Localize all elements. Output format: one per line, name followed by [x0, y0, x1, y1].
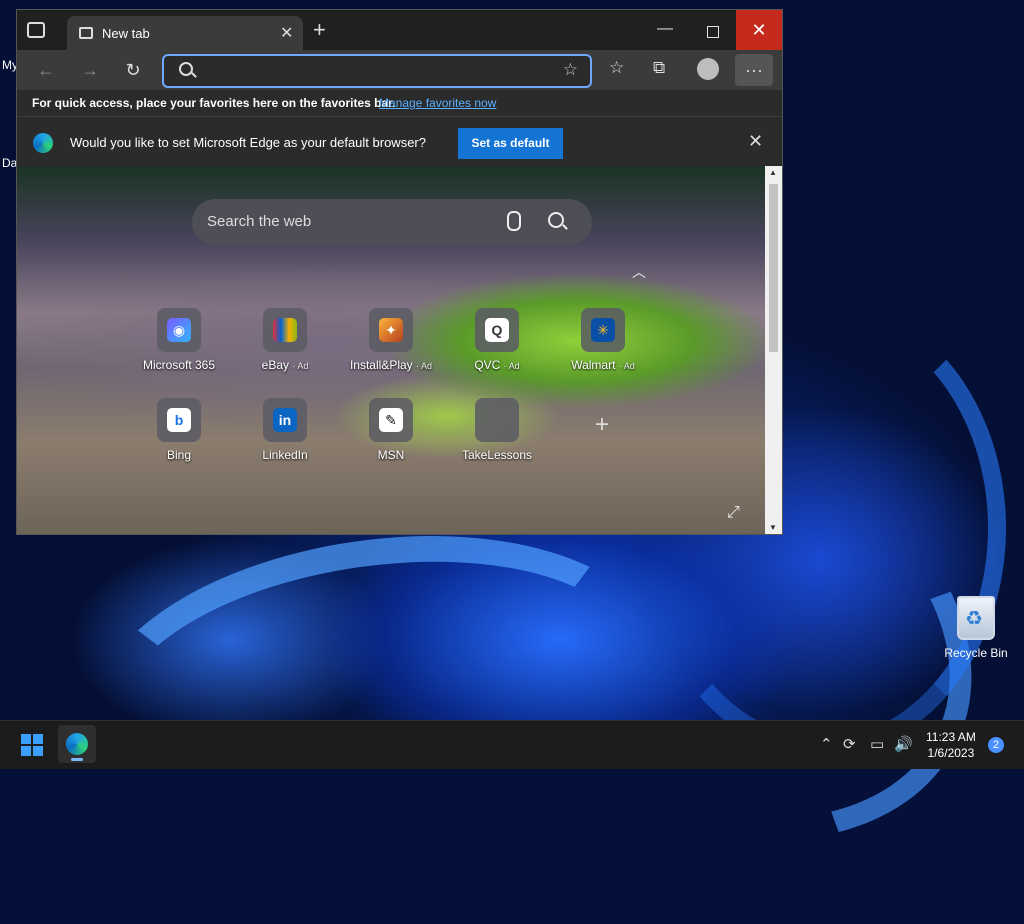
close-window-button[interactable]: ✕: [736, 10, 782, 50]
taskbar: ⌃ ⟳ ▭ 🔊 11:23 AM 1/6/2023 2: [0, 720, 1024, 769]
tile-label: Install&Play: [349, 358, 413, 372]
vertical-scrollbar[interactable]: ▲ ▼: [765, 166, 782, 534]
microsoft-365-icon: ◉: [167, 318, 191, 342]
add-favorite-icon[interactable]: ☆: [563, 60, 578, 80]
tile-label: QVC: [474, 358, 501, 372]
address-bar[interactable]: ☆: [162, 54, 592, 88]
quick-link-bing[interactable]: b Bing: [131, 398, 227, 462]
sync-icon[interactable]: ⟳: [843, 735, 856, 753]
windows-logo-icon: [33, 746, 43, 756]
tile-label: Bing: [166, 448, 192, 462]
linkedin-icon: in: [273, 408, 297, 432]
start-button[interactable]: [21, 734, 43, 756]
search-icon: [179, 62, 193, 76]
desktop-icon-label-partial[interactable]: My: [2, 58, 18, 72]
tab-bar: New tab ✕ + — ✕: [17, 10, 782, 50]
settings-more-button[interactable]: ···: [735, 54, 773, 86]
clock[interactable]: 11:23 AM 1/6/2023: [926, 729, 976, 761]
tile-label: Walmart: [571, 358, 616, 372]
tile-label: TakeLessons: [461, 448, 533, 462]
chevron-up-icon[interactable]: ︿: [632, 262, 646, 282]
profile-avatar[interactable]: [697, 58, 719, 80]
scroll-down-icon[interactable]: ▼: [769, 523, 777, 532]
tab-actions-icon[interactable]: [27, 22, 45, 38]
tile-label: LinkedIn: [262, 448, 308, 462]
network-icon[interactable]: ▭: [870, 735, 884, 753]
ad-badge: · Ad: [416, 361, 433, 371]
ad-badge: · Ad: [503, 361, 520, 371]
favorites-bar-text: For quick access, place your favorites h…: [32, 96, 396, 110]
ad-badge: · Ad: [618, 361, 635, 371]
new-tab-button[interactable]: +: [313, 19, 326, 41]
clock-date: 1/6/2023: [927, 746, 975, 760]
volume-icon[interactable]: 🔊: [894, 735, 913, 753]
recycle-bin-icon: [957, 596, 995, 640]
ad-badge: · Ad: [292, 361, 309, 371]
tab-new-tab[interactable]: New tab ✕: [67, 16, 303, 50]
scroll-up-icon[interactable]: ▲: [769, 168, 777, 177]
recycle-bin[interactable]: Recycle Bin: [940, 596, 1012, 660]
bing-icon: b: [167, 408, 191, 432]
infobar-text: Would you like to set Microsoft Edge as …: [70, 135, 426, 150]
browser-toolbar: ← → ↻ ☆ ☆ ⧉ ···: [17, 50, 782, 90]
chevron-up-icon[interactable]: ⌃: [820, 735, 833, 753]
collections-icon[interactable]: ⧉: [653, 58, 665, 78]
recycle-bin-label: Recycle Bin: [944, 646, 1008, 660]
minimize-button[interactable]: —: [657, 20, 673, 38]
quick-link-takelessons[interactable]: TakeLessons: [449, 398, 545, 462]
walmart-icon: ✳: [591, 318, 615, 342]
favorites-icon[interactable]: ☆: [609, 58, 624, 78]
add-quick-link-button[interactable]: +: [595, 411, 609, 439]
tile-label: MSN: [377, 448, 405, 462]
windows-logo-icon: [21, 746, 31, 756]
desktop-icon-label-partial[interactable]: Da: [2, 156, 17, 170]
taskbar-edge-button[interactable]: [58, 725, 96, 763]
infobar-close-icon[interactable]: ✕: [748, 131, 763, 152]
quick-link-msn[interactable]: ✎ MSN: [343, 398, 439, 462]
favorites-bar: For quick access, place your favorites h…: [17, 90, 782, 116]
quick-link-install-play[interactable]: ✦ Install&Play · Ad: [343, 308, 439, 372]
windows-logo-icon: [21, 734, 31, 744]
windows-logo-icon: [33, 734, 43, 744]
edge-window: New tab ✕ + — ✕ ← → ↻ ☆ ☆ ⧉ ··· For quic…: [17, 10, 782, 534]
ebay-icon: [273, 318, 297, 342]
back-arrow-icon[interactable]: ←: [34, 58, 58, 82]
quick-link-qvc[interactable]: Q QVC · Ad: [449, 308, 545, 372]
qvc-icon: Q: [485, 318, 509, 342]
close-tab-icon[interactable]: ✕: [280, 23, 293, 43]
edge-logo-icon: [33, 133, 53, 153]
msn-icon: ✎: [379, 408, 403, 432]
scrollbar-thumb[interactable]: [769, 184, 778, 352]
edge-logo-icon: [66, 733, 88, 755]
maximize-button[interactable]: [707, 26, 719, 38]
microphone-icon[interactable]: [507, 211, 521, 231]
expand-icon[interactable]: ⤢: [727, 504, 740, 522]
tile-label: Microsoft 365: [142, 358, 216, 372]
notification-badge[interactable]: 2: [988, 737, 1004, 753]
quick-link-microsoft-365[interactable]: ◉ Microsoft 365: [131, 308, 227, 372]
manage-favorites-link[interactable]: Manage favorites now: [379, 96, 496, 110]
refresh-icon[interactable]: ↻: [121, 58, 145, 82]
clock-time: 11:23 AM: [926, 730, 976, 744]
quick-link-ebay[interactable]: eBay · Ad: [237, 308, 333, 372]
quick-link-walmart[interactable]: ✳ Walmart · Ad: [555, 308, 651, 372]
install-play-icon: ✦: [379, 318, 403, 342]
tab-title: New tab: [102, 26, 150, 41]
tile-label: eBay: [261, 358, 289, 372]
set-as-default-button[interactable]: Set as default: [458, 128, 563, 159]
quick-link-linkedin[interactable]: in LinkedIn: [237, 398, 333, 462]
web-search-placeholder: Search the web: [207, 213, 312, 230]
forward-arrow-icon[interactable]: →: [78, 58, 102, 82]
search-icon[interactable]: [548, 212, 564, 228]
new-tab-page-icon: [79, 27, 93, 39]
web-search-box[interactable]: Search the web: [192, 199, 592, 245]
default-browser-infobar: Would you like to set Microsoft Edge as …: [17, 116, 782, 167]
new-tab-page: Search the web ︿ ◉ Microsoft 365 eBay · …: [17, 166, 765, 534]
running-indicator: [71, 758, 83, 761]
